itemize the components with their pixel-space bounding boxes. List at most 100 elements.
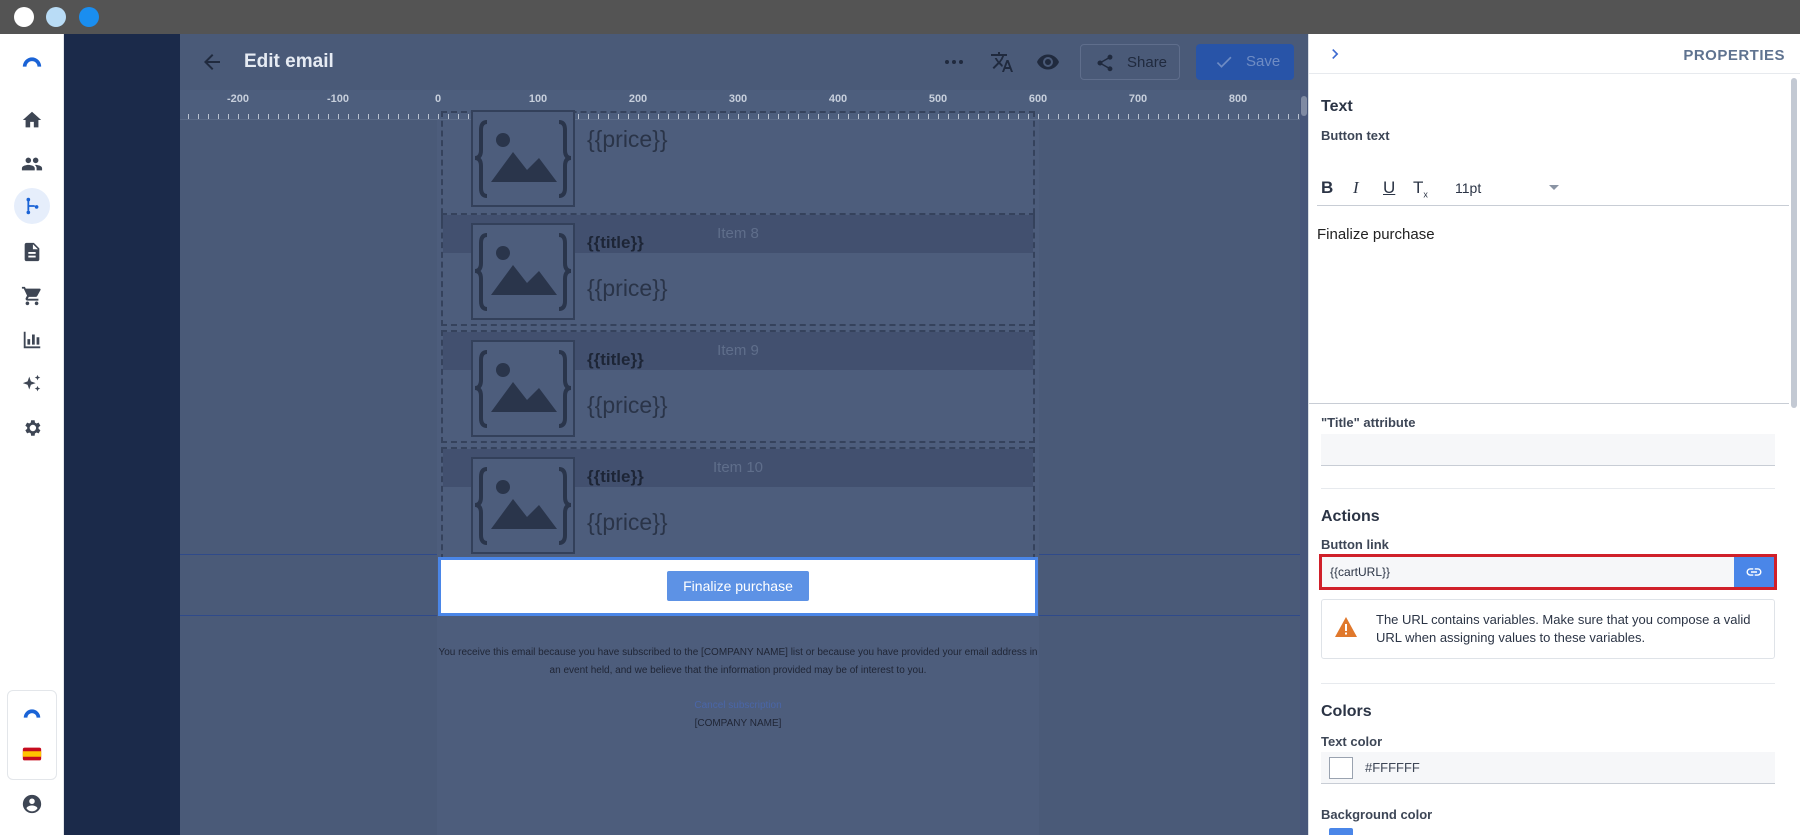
window-minimize-dot[interactable]: [46, 7, 66, 27]
ruler-tick: [1178, 114, 1179, 119]
share-button[interactable]: Share: [1080, 44, 1180, 80]
text-color-swatch[interactable]: [1329, 757, 1353, 779]
ruler-tick: [1218, 114, 1219, 119]
logo-icon[interactable]: [20, 50, 44, 74]
button-text-editor[interactable]: Finalize purchase: [1309, 214, 1789, 404]
panel-scrollbar[interactable]: [1791, 78, 1797, 408]
link-icon: [1746, 568, 1762, 576]
link-button[interactable]: [1734, 557, 1774, 587]
image-placeholder-icon: [471, 110, 575, 207]
button-link-input[interactable]: {{cartURL}}: [1322, 557, 1734, 587]
ruler-tick: [1168, 114, 1169, 119]
ruler-tick: [338, 114, 339, 119]
cart-icon[interactable]: [20, 284, 44, 308]
settings-icon[interactable]: [20, 416, 44, 440]
ruler-tick: [438, 114, 439, 119]
underline-icon[interactable]: U: [1383, 178, 1395, 198]
ruler-tick: [1128, 114, 1129, 119]
home-icon[interactable]: [20, 108, 44, 132]
window-maximize-dot[interactable]: [79, 7, 99, 27]
ruler-tick: [1048, 114, 1049, 119]
selected-button-block[interactable]: Finalize purchase: [438, 557, 1038, 616]
cancel-subscription-link[interactable]: Cancel subscription: [438, 700, 1038, 711]
ruler-label: 600: [1028, 93, 1048, 105]
ruler-tick: [408, 114, 409, 119]
ruler-label: 500: [928, 93, 948, 105]
text-color-value: #FFFFFF: [1365, 760, 1420, 775]
window-close-dot[interactable]: [14, 7, 34, 27]
product-item[interactable]: Item 8 {{title}} {{price}}: [441, 213, 1035, 326]
ruler-tick: [418, 114, 419, 119]
ruler-tick: [368, 114, 369, 119]
ruler-tick: [1138, 114, 1139, 119]
button-text-label: Button text: [1321, 128, 1390, 143]
share-label: Share: [1127, 54, 1168, 71]
ruler-tick: [228, 114, 229, 119]
ruler-tick: [1188, 114, 1189, 119]
page-title: Edit email: [244, 51, 334, 72]
ruler-label: 0: [434, 93, 442, 105]
spain-flag-icon[interactable]: [20, 742, 44, 766]
ruler-label: 100: [528, 93, 548, 105]
font-size-select[interactable]: 11pt: [1455, 180, 1481, 196]
window-titlebar: [0, 0, 1800, 34]
ruler-tick: [188, 114, 189, 119]
ruler-tick: [428, 114, 429, 119]
ruler-tick: [1108, 114, 1109, 119]
ruler-tick: [398, 114, 399, 119]
ruler-tick: [1238, 114, 1239, 119]
ruler-tick: [208, 114, 209, 119]
panel-header: PROPERTIES: [1309, 34, 1800, 74]
background-color-swatch[interactable]: [1329, 828, 1353, 835]
text-color-input[interactable]: #FFFFFF: [1321, 752, 1775, 784]
brand-icon[interactable]: [20, 702, 44, 726]
flow-icon[interactable]: [20, 194, 44, 218]
product-item[interactable]: Item 9 {{title}} {{price}}: [441, 330, 1035, 443]
image-placeholder-icon: [471, 340, 575, 437]
people-icon[interactable]: [20, 152, 44, 176]
ruler-label: -200: [226, 93, 250, 105]
ruler-tick: [248, 114, 249, 119]
italic-icon[interactable]: I: [1353, 178, 1359, 198]
item-price: {{price}}: [587, 126, 668, 152]
editor-scrollbar[interactable]: [1300, 90, 1308, 835]
chart-icon[interactable]: [20, 328, 44, 352]
back-arrow-icon[interactable]: [198, 48, 226, 76]
clear-format-icon[interactable]: Tx: [1413, 178, 1428, 199]
ruler-label: 300: [728, 93, 748, 105]
ruler-tick: [388, 114, 389, 119]
account-icon[interactable]: [20, 792, 44, 816]
item-title: {{title}}: [587, 233, 644, 252]
button-link-label: Button link: [1321, 537, 1389, 552]
translate-icon[interactable]: [988, 48, 1016, 76]
share-icon: [1097, 54, 1113, 72]
product-item[interactable]: {{price}}: [441, 110, 1035, 224]
text-color-label: Text color: [1321, 734, 1383, 749]
collapse-chevron-icon[interactable]: [1325, 44, 1345, 64]
ruler-tick: [1118, 114, 1119, 119]
document-icon[interactable]: [20, 240, 44, 264]
product-item[interactable]: Item 10 {{title}} {{price}}: [441, 447, 1035, 560]
editor-scrollbar-thumb[interactable]: [1301, 96, 1307, 116]
ruler-tick: [378, 114, 379, 119]
bold-icon[interactable]: B: [1321, 178, 1333, 198]
ruler-tick: [258, 114, 259, 119]
sparkle-icon[interactable]: [20, 372, 44, 396]
save-button[interactable]: Save: [1196, 44, 1294, 80]
ruler-tick: [1278, 114, 1279, 119]
ruler-tick: [1248, 114, 1249, 119]
preview-eye-icon[interactable]: [1034, 48, 1062, 76]
footer-company-name: [COMPANY NAME]: [694, 718, 782, 729]
ruler-tick: [1208, 114, 1209, 119]
ruler-tick: [278, 114, 279, 119]
rich-text-toolbar: B I U Tx 11pt: [1317, 170, 1789, 206]
more-options-icon[interactable]: [940, 48, 968, 76]
title-attribute-input[interactable]: [1321, 434, 1775, 466]
chevron-down-icon[interactable]: [1549, 185, 1559, 190]
ruler-tick: [318, 114, 319, 119]
item-price: {{price}}: [587, 509, 668, 535]
ruler-tick: [218, 114, 219, 119]
finalize-purchase-button[interactable]: Finalize purchase: [667, 571, 809, 601]
ruler-tick: [328, 114, 329, 119]
ruler-tick: [268, 114, 269, 119]
